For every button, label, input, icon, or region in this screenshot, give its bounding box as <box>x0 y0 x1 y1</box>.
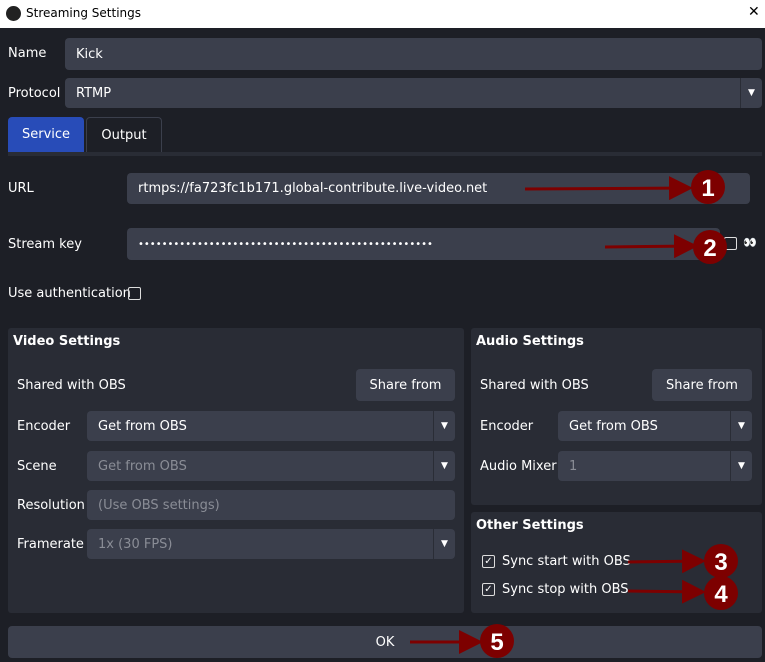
annotation-arrow-4 <box>627 579 706 604</box>
annotation-number: 2 <box>703 235 716 262</box>
annotation-overlay: 1 2 3 4 5 <box>410 170 738 658</box>
annotation-number: 3 <box>714 549 727 576</box>
annotation-arrow-2 <box>604 234 698 259</box>
annotation-arrow-1 <box>524 176 693 201</box>
annotation-arrow-3 <box>627 549 706 574</box>
annotation-number: 5 <box>490 629 503 656</box>
annotation-number: 1 <box>701 175 714 202</box>
annotation-number: 4 <box>714 581 728 608</box>
